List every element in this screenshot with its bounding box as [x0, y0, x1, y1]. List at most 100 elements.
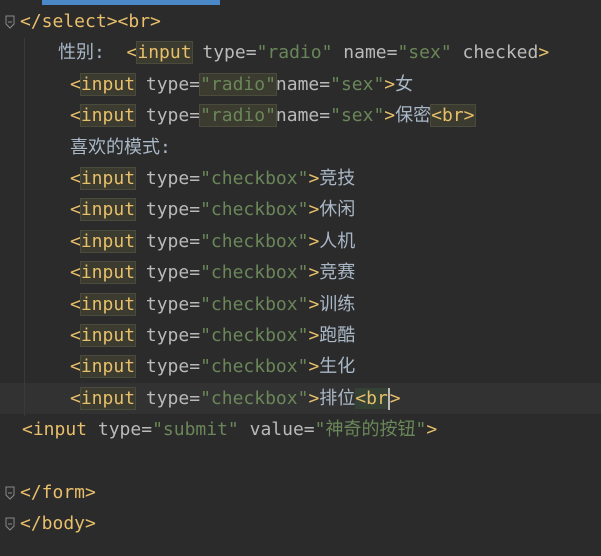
code-token: >	[308, 262, 320, 284]
code-text: <input type="checkbox">竞技	[70, 163, 355, 194]
code-text: <input type="checkbox">排位<br >	[70, 383, 401, 414]
fold-marker-icon[interactable]	[4, 15, 16, 29]
code-line[interactable]: <input type="submit" value="神奇的按钮">	[0, 414, 601, 445]
code-text: <input type="radio"name="sex">女	[70, 69, 413, 100]
code-token: "checkbox"	[200, 262, 309, 284]
code-token: 喜欢的模式:	[70, 136, 171, 158]
code-token: <	[70, 293, 81, 315]
code-token: "checkbox"	[200, 168, 309, 189]
code-line[interactable]: </select><br>	[0, 6, 601, 37]
code-token: input	[79, 198, 137, 222]
code-token: type=	[135, 262, 201, 284]
code-line[interactable]: <input type="radio"name="sex">女	[0, 69, 601, 100]
code-token: <	[70, 387, 81, 409]
code-token: >	[384, 105, 396, 127]
code-text: <input type="checkbox">训练	[70, 289, 355, 320]
code-token: <	[70, 356, 81, 378]
code-token: >	[308, 293, 320, 315]
code-token: name=	[275, 73, 331, 95]
horizontal-scroll-indicator[interactable]	[42, 0, 220, 5]
code-token: type=	[135, 168, 201, 189]
code-token: type=	[135, 73, 201, 95]
code-token: input	[79, 104, 137, 128]
code-line[interactable]: <input type="checkbox">跑酷	[0, 320, 601, 351]
code-token: input	[79, 167, 137, 190]
code-token: input	[79, 229, 137, 253]
code-token: <	[70, 325, 81, 346]
code-token: "sex"	[330, 73, 385, 95]
code-token: name=	[275, 105, 331, 127]
code-text: <input type="checkbox">生化	[70, 351, 355, 382]
code-token: checked	[451, 42, 539, 64]
code-token: <input	[22, 419, 88, 441]
code-token: >	[308, 325, 320, 346]
code-token: type=	[135, 356, 201, 378]
code-token: <	[70, 199, 81, 221]
code-token: type=	[135, 325, 201, 346]
code-token: >	[308, 230, 320, 252]
code-token: type=	[135, 230, 201, 252]
code-line[interactable]: </body>	[0, 508, 601, 539]
code-line[interactable]	[0, 446, 601, 477]
code-line[interactable]: <input type="checkbox">竞技	[0, 163, 601, 194]
code-line[interactable]: 喜欢的模式:	[0, 132, 601, 163]
code-text: 性别: <input type="radio" name="sex" check…	[58, 37, 549, 68]
code-line[interactable]: <input type="checkbox">休闲	[0, 194, 601, 225]
code-token: "checkbox"	[200, 199, 309, 221]
code-line[interactable]: <input type="checkbox">排位<br >	[0, 382, 601, 414]
code-text: </form>	[20, 477, 96, 508]
code-token: 跑酷	[319, 325, 356, 346]
fold-marker-icon[interactable]	[4, 486, 16, 500]
code-token: >	[308, 387, 320, 409]
code-token: >	[308, 168, 320, 189]
code-token: 休闲	[319, 199, 356, 221]
code-text: <input type="checkbox">休闲	[70, 194, 355, 225]
code-text: <input type="submit" value="神奇的按钮">	[22, 414, 437, 445]
code-line[interactable]: <input type="checkbox">竞赛	[0, 257, 601, 288]
code-token: </body>	[20, 513, 96, 535]
code-text: 喜欢的模式:	[70, 132, 171, 163]
code-line[interactable]: <input type="checkbox">训练	[0, 289, 601, 320]
code-token: 生化	[319, 356, 356, 378]
code-line[interactable]: 性别: <input type="radio" name="sex" check…	[0, 37, 601, 68]
code-token: <	[70, 73, 81, 95]
code-token: </select><br>	[20, 11, 161, 32]
code-line[interactable]: <input type="checkbox">人机	[0, 226, 601, 257]
code-token: input	[79, 261, 137, 285]
code-token: >	[308, 199, 320, 221]
code-line[interactable]: </form>	[0, 477, 601, 508]
code-token: type=	[135, 387, 201, 409]
code-token: type=	[87, 419, 153, 441]
code-token: 人机	[319, 230, 356, 252]
code-token: "sex"	[397, 42, 452, 64]
code-token: input	[79, 324, 137, 347]
indent-guide	[24, 38, 25, 416]
fold-marker-icon[interactable]	[4, 517, 16, 532]
code-token: "radio"	[199, 104, 277, 128]
code-token: type=	[191, 42, 257, 64]
code-token: >	[384, 73, 396, 95]
code-token: "submit"	[152, 419, 239, 441]
code-line[interactable]: <input type="radio"name="sex">保密<br>	[0, 100, 601, 131]
code-token: >	[426, 419, 438, 441]
code-token: </form>	[20, 482, 96, 503]
code-token: 排位	[319, 387, 356, 409]
code-text: <input type="radio"name="sex">保密<br>	[70, 100, 476, 131]
code-token: name=	[332, 42, 398, 64]
code-token: "checkbox"	[200, 230, 309, 252]
code-line[interactable]: <input type="checkbox">生化	[0, 351, 601, 382]
code-token: <	[70, 230, 81, 252]
code-token: <	[70, 262, 81, 284]
code-token: "checkbox"	[200, 387, 309, 409]
code-editor[interactable]: </select><br> 性别: <input type="radio" nam…	[0, 0, 601, 556]
code-token: >	[389, 387, 401, 409]
code-token: <br>	[430, 104, 476, 128]
code-token: type=	[135, 199, 201, 221]
code-token: "checkbox"	[200, 293, 309, 315]
code-token: <	[126, 42, 138, 64]
code-token: 竞技	[319, 168, 356, 189]
code-token: type=	[135, 293, 201, 315]
code-token: >	[538, 42, 550, 64]
code-token: "radio"	[256, 42, 333, 64]
code-token: 女	[395, 73, 414, 95]
